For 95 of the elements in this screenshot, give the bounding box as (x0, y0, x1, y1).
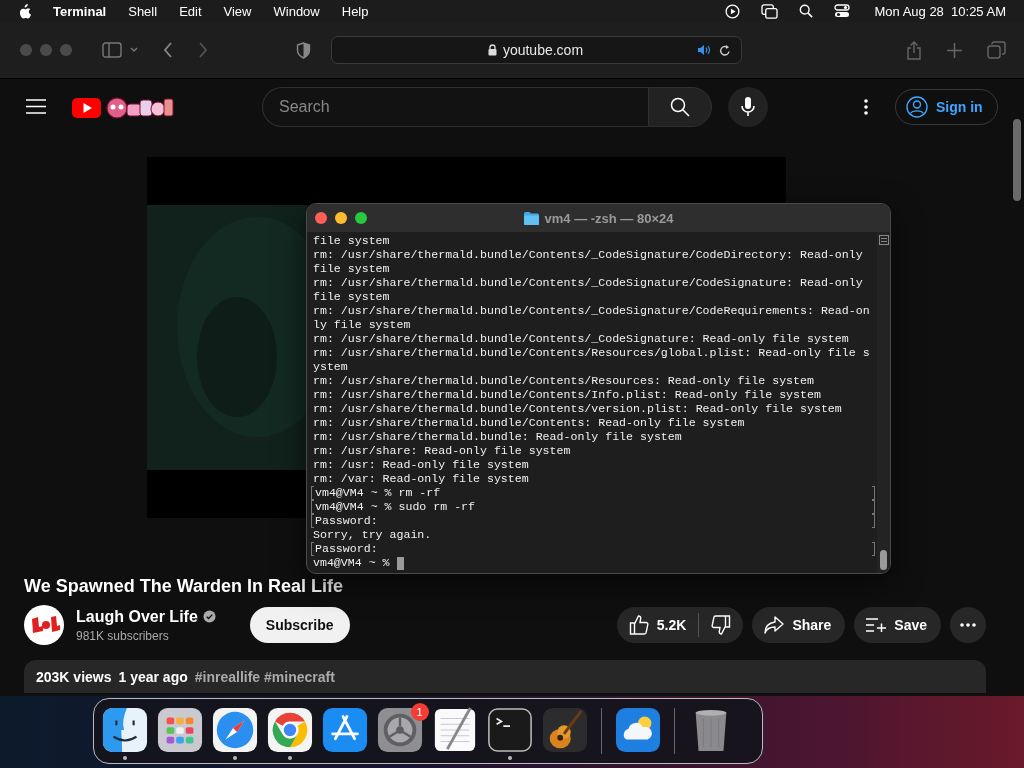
windows-icon[interactable] (761, 3, 779, 19)
terminal-line: ystem (313, 360, 348, 374)
more-icon (960, 623, 976, 627)
subscribe-button[interactable]: Subscribe (249, 607, 350, 643)
share-button[interactable]: Share (752, 607, 846, 643)
chevron-down-icon[interactable] (130, 47, 138, 53)
microphone-button[interactable] (728, 86, 768, 127)
terminal-line: rm: /usr/share/thermald.bundle/Contents/_CodeSignature: Read-only file system (313, 332, 849, 346)
logo-icon[interactable] (72, 94, 174, 119)
verified-icon (202, 610, 216, 623)
terminal-line: vm4@VM4 ~ % sudo rm -rf (315, 500, 476, 514)
channel-name[interactable]: Laugh Over Life (76, 607, 198, 626)
terminal-line: ly file system (313, 318, 411, 332)
menu-item[interactable]: Help (341, 3, 369, 19)
hashtags[interactable]: #inreallife #minecraft (194, 668, 335, 685)
upload-age: 1 year ago (118, 668, 188, 685)
apple-icon[interactable] (19, 3, 32, 19)
terminal-line: rm: /usr/share/thermald.bundle/Contents: Read-only file system (313, 416, 745, 430)
mark-bracket (872, 542, 875, 556)
terminal-line: Sorry, try again. (313, 528, 432, 542)
launchpad-icon[interactable] (156, 706, 203, 753)
speaker-icon[interactable] (697, 44, 711, 56)
save-button[interactable]: Save (854, 607, 941, 643)
mark-bracket (311, 542, 314, 556)
zoom-button[interactable] (355, 212, 367, 224)
tabs-icon[interactable] (987, 41, 1006, 59)
menu-clock[interactable]: Mon Aug 28 10:25 AM (874, 3, 1006, 19)
close-button[interactable] (315, 212, 327, 224)
play-icon[interactable] (725, 3, 741, 19)
folder-icon (523, 211, 539, 225)
terminal-line: file system (313, 262, 390, 276)
thumbs-up-icon (628, 615, 649, 635)
terminal-line: rm: /usr/share/thermald.bundle/Contents/version.plist: Read-only file system (313, 402, 842, 416)
terminal-line: Password: (315, 542, 378, 556)
split-icon[interactable] (878, 235, 889, 245)
terminal-line: rm: /usr: Read-only file system (313, 458, 529, 472)
more-button[interactable] (950, 607, 986, 643)
terminal-line: Password: (315, 514, 378, 528)
terminal-line: vm4@VM4 ~ % (313, 556, 390, 570)
terminal-line: rm: /usr/share/thermald.bundle/Contents/Resources/global.plist: Read-only file s (313, 346, 870, 360)
description-box[interactable]: 203K views 1 year ago #inreallife #minecraft (24, 660, 986, 693)
lock-icon (487, 44, 497, 56)
scrollbar-thumb[interactable] (880, 550, 887, 570)
playlist-add-icon (866, 618, 887, 632)
subscriber-count: 981K subscribers (76, 628, 170, 643)
terminal-icon[interactable] (486, 706, 533, 753)
terminal-line: rm: /usr/share/thermald.bundle/Contents/_CodeSignature/CodeRequirements: Read-on (313, 304, 870, 318)
terminal-line: rm: /usr/share/thermald.bundle/Contents/_CodeSignature/CodeSignature: Read-only (313, 276, 863, 290)
menu-icon[interactable] (26, 99, 46, 114)
terminal-line: file system (313, 234, 390, 248)
minimize-button[interactable] (335, 212, 347, 224)
like-button[interactable]: 5.2K (616, 607, 699, 643)
search-icon (670, 96, 690, 117)
shield-icon[interactable] (296, 41, 311, 59)
share-icon[interactable] (906, 40, 922, 60)
microphone-icon (741, 96, 755, 117)
window-title: vm4 — -zsh — 80×24 (544, 210, 674, 226)
terminal-line: rm: /usr/share/thermald.bundle/Contents/Info.plist: Read-only file system (313, 388, 821, 402)
search-icon[interactable] (799, 4, 814, 18)
terminal-line: rm: /usr/share/thermald.bundle/Contents/_CodeSignature/CodeDirectory: Read-only (313, 248, 863, 262)
terminal-line: rm: /usr/share: Read-only file system (313, 444, 571, 458)
thumbs-down-icon (711, 615, 732, 635)
reload-icon[interactable] (719, 43, 731, 57)
channel-avatar[interactable] (24, 605, 64, 645)
menu-item[interactable]: Shell (128, 3, 158, 19)
plus-icon[interactable] (947, 42, 962, 58)
user-icon (906, 95, 928, 118)
back-icon[interactable] (163, 42, 173, 58)
menu-item[interactable]: View (223, 3, 252, 19)
video-title: We Spawned The Warden In Real Life (24, 576, 345, 598)
search-button[interactable] (648, 86, 712, 127)
scrollbar-thumb[interactable] (1013, 119, 1021, 201)
menu-item[interactable]: Window (273, 3, 320, 19)
finder-icon[interactable] (101, 706, 148, 753)
app-menu[interactable]: Terminal (53, 3, 107, 19)
search-field[interactable]: Search (262, 86, 648, 127)
terminal-line: vm4@VM4 ~ % rm -rf (315, 486, 441, 500)
terminal-line: rm: /var: Read-only file system (313, 472, 529, 486)
toggle-icon[interactable] (834, 4, 851, 18)
appstore-icon[interactable] (321, 706, 368, 753)
terminal-line: rm: /usr/share/thermald.bundle/Contents/Resources: Read-only file system (313, 374, 814, 388)
share-arrow-icon (764, 616, 785, 634)
notification-badge: 1 (410, 703, 429, 721)
terminal-line: file system (313, 290, 390, 304)
address-bar[interactable]: youtube.com (331, 36, 742, 64)
chrome-icon[interactable] (266, 706, 313, 753)
safari-icon[interactable] (211, 706, 258, 753)
settings-icon[interactable] (376, 706, 423, 753)
menu-item[interactable]: Edit (179, 3, 202, 19)
weather-icon[interactable] (614, 706, 661, 753)
view-count: 203K views (36, 668, 112, 685)
terminal-line: rm: /usr/share/thermald.bundle: Read-only file system (313, 430, 682, 444)
more-icon[interactable] (864, 98, 868, 115)
text-cursor (396, 556, 404, 570)
sidebar-icon[interactable] (102, 42, 122, 58)
